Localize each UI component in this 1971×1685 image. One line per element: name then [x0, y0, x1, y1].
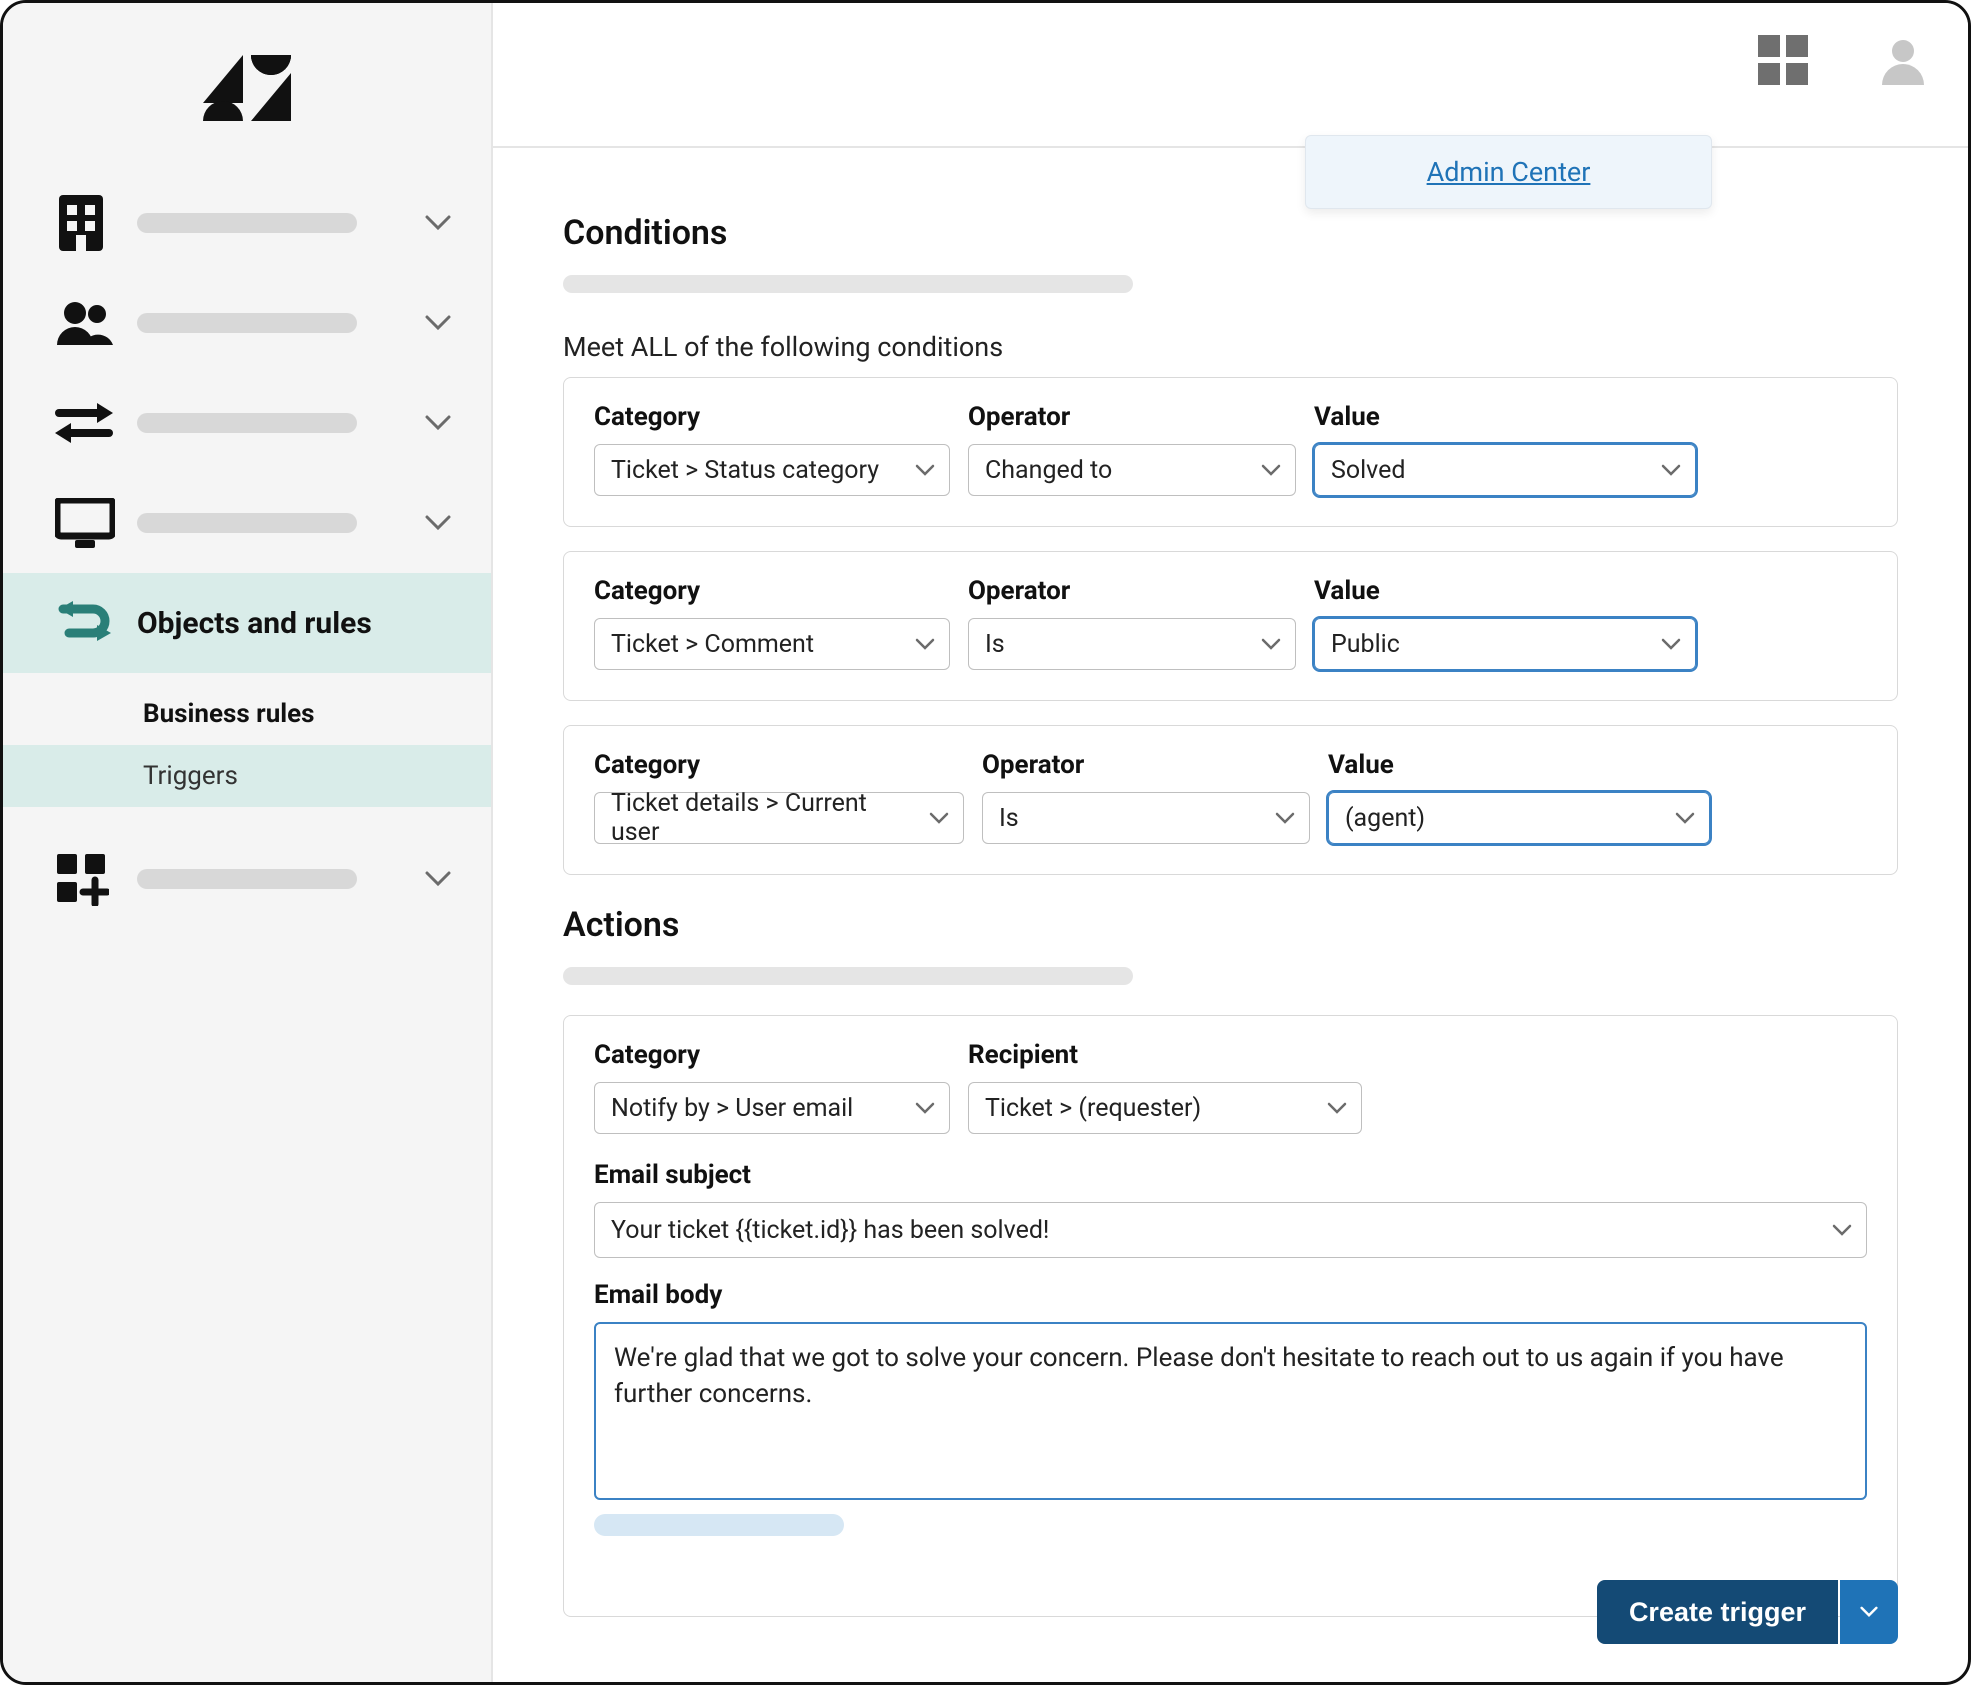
chevron-down-icon: [425, 315, 451, 331]
field-label-operator: Operator: [968, 576, 1296, 606]
people-icon: [55, 301, 119, 345]
field-label-value: Value: [1314, 576, 1696, 606]
nav-placeholder: [137, 213, 357, 233]
field-label-operator: Operator: [968, 402, 1296, 432]
condition-card: Category Ticket details > Current user O…: [563, 725, 1898, 875]
section-placeholder-bar: [563, 967, 1133, 985]
field-label-category: Category: [594, 750, 964, 780]
create-trigger-dropdown-button[interactable]: [1840, 1580, 1898, 1644]
field-label-email-body: Email body: [594, 1280, 1867, 1310]
actions-heading: Actions: [563, 905, 1898, 945]
select-value: Ticket > (requester): [985, 1094, 1201, 1123]
apps-add-icon: [55, 852, 119, 906]
field-label-operator: Operator: [982, 750, 1310, 780]
select-value: Notify by > User email: [611, 1094, 853, 1123]
condition-card: Category Ticket > Comment Operator Is Va…: [563, 551, 1898, 701]
chevron-down-icon: [425, 515, 451, 531]
chevron-down-icon: [1261, 638, 1281, 650]
chevron-down-icon: [915, 464, 935, 476]
building-icon: [55, 195, 119, 251]
select-value: Changed to: [985, 456, 1112, 485]
nav-placeholder: [137, 413, 357, 433]
main-content: Conditions Meet ALL of the following con…: [493, 173, 1968, 1682]
zendesk-logo-icon: [203, 55, 291, 121]
profile-icon[interactable]: [1878, 35, 1928, 85]
chevron-down-icon: [929, 812, 949, 824]
sidebar-item-people[interactable]: [3, 273, 491, 373]
nav-placeholder: [137, 313, 357, 333]
chevron-down-icon: [1832, 1224, 1852, 1236]
select-value: (agent): [1345, 804, 1425, 833]
sidebar: Objects and rules Business rules Trigger…: [3, 3, 493, 1682]
condition-category-select[interactable]: Ticket > Comment: [594, 618, 950, 670]
app-window: Objects and rules Business rules Trigger…: [0, 0, 1971, 1685]
chevron-down-icon: [1675, 812, 1695, 824]
email-body-textarea[interactable]: [594, 1322, 1867, 1500]
sidebar-nav: Objects and rules Business rules Trigger…: [3, 173, 491, 929]
select-value: Is: [985, 630, 1005, 659]
email-subject-value: Your ticket {{ticket.id}} has been solve…: [611, 1216, 1049, 1245]
header: [493, 3, 1968, 148]
field-label-recipient: Recipient: [968, 1040, 1362, 1070]
field-label-value: Value: [1328, 750, 1710, 780]
sidebar-subnav: Business rules Triggers: [3, 673, 491, 829]
create-trigger-button[interactable]: Create trigger: [1597, 1580, 1838, 1644]
chevron-down-icon: [1661, 464, 1681, 476]
chevron-down-icon: [1860, 1603, 1878, 1621]
action-category-select[interactable]: Notify by > User email: [594, 1082, 950, 1134]
condition-category-select[interactable]: Ticket details > Current user: [594, 792, 964, 844]
select-value: Solved: [1331, 456, 1406, 485]
chevron-down-icon: [1327, 1102, 1347, 1114]
condition-operator-select[interactable]: Is: [982, 792, 1310, 844]
condition-operator-select[interactable]: Changed to: [968, 444, 1296, 496]
chevron-down-icon: [425, 215, 451, 231]
condition-value-select[interactable]: Solved: [1314, 444, 1696, 496]
arrows-exchange-icon: [55, 401, 119, 445]
chevron-down-icon: [915, 638, 935, 650]
select-value: Public: [1331, 630, 1400, 659]
sidebar-item-label: Objects and rules: [137, 606, 372, 641]
monitor-icon: [55, 498, 119, 548]
sidebar-item-channels[interactable]: [3, 373, 491, 473]
create-trigger-split-button: Create trigger: [1597, 1580, 1898, 1644]
action-recipient-select[interactable]: Ticket > (requester): [968, 1082, 1362, 1134]
field-label-email-subject: Email subject: [594, 1160, 1867, 1190]
sidebar-item-account[interactable]: [3, 173, 491, 273]
email-subject-input[interactable]: Your ticket {{ticket.id}} has been solve…: [594, 1202, 1867, 1258]
nav-placeholder: [137, 869, 357, 889]
action-card: Category Notify by > User email Recipien…: [563, 1015, 1898, 1617]
select-value: Ticket details > Current user: [611, 789, 921, 847]
select-value: Ticket > Comment: [611, 630, 814, 659]
sidebar-item-apps[interactable]: [3, 829, 491, 929]
conditions-all-label: Meet ALL of the following conditions: [563, 331, 1898, 363]
select-value: Is: [999, 804, 1019, 833]
condition-category-select[interactable]: Ticket > Status category: [594, 444, 950, 496]
chevron-down-icon: [915, 1102, 935, 1114]
sidebar-subitem-triggers[interactable]: Triggers: [3, 745, 491, 807]
nav-placeholder: [137, 513, 357, 533]
field-label-category: Category: [594, 1040, 950, 1070]
condition-operator-select[interactable]: Is: [968, 618, 1296, 670]
chevron-down-icon: [425, 871, 451, 887]
body-placeholder-bar: [594, 1514, 844, 1536]
conditions-heading: Conditions: [563, 213, 1898, 253]
condition-card: Category Ticket > Status category Operat…: [563, 377, 1898, 527]
field-label-category: Category: [594, 402, 950, 432]
field-label-value: Value: [1314, 402, 1696, 432]
select-value: Ticket > Status category: [611, 456, 879, 485]
chevron-down-icon: [1261, 464, 1281, 476]
condition-value-select[interactable]: Public: [1314, 618, 1696, 670]
chevron-down-icon: [425, 415, 451, 431]
brand-logo: [3, 3, 491, 173]
products-menu-icon[interactable]: [1758, 35, 1808, 85]
section-placeholder-bar: [563, 275, 1133, 293]
field-label-category: Category: [594, 576, 950, 606]
chevron-down-icon: [1275, 812, 1295, 824]
workflow-icon: [55, 597, 119, 649]
sidebar-item-workspaces[interactable]: [3, 473, 491, 573]
sidebar-item-objects-and-rules[interactable]: Objects and rules: [3, 573, 491, 673]
chevron-down-icon: [1661, 638, 1681, 650]
condition-value-select[interactable]: (agent): [1328, 792, 1710, 844]
sidebar-subgroup-business-rules[interactable]: Business rules: [3, 683, 491, 745]
